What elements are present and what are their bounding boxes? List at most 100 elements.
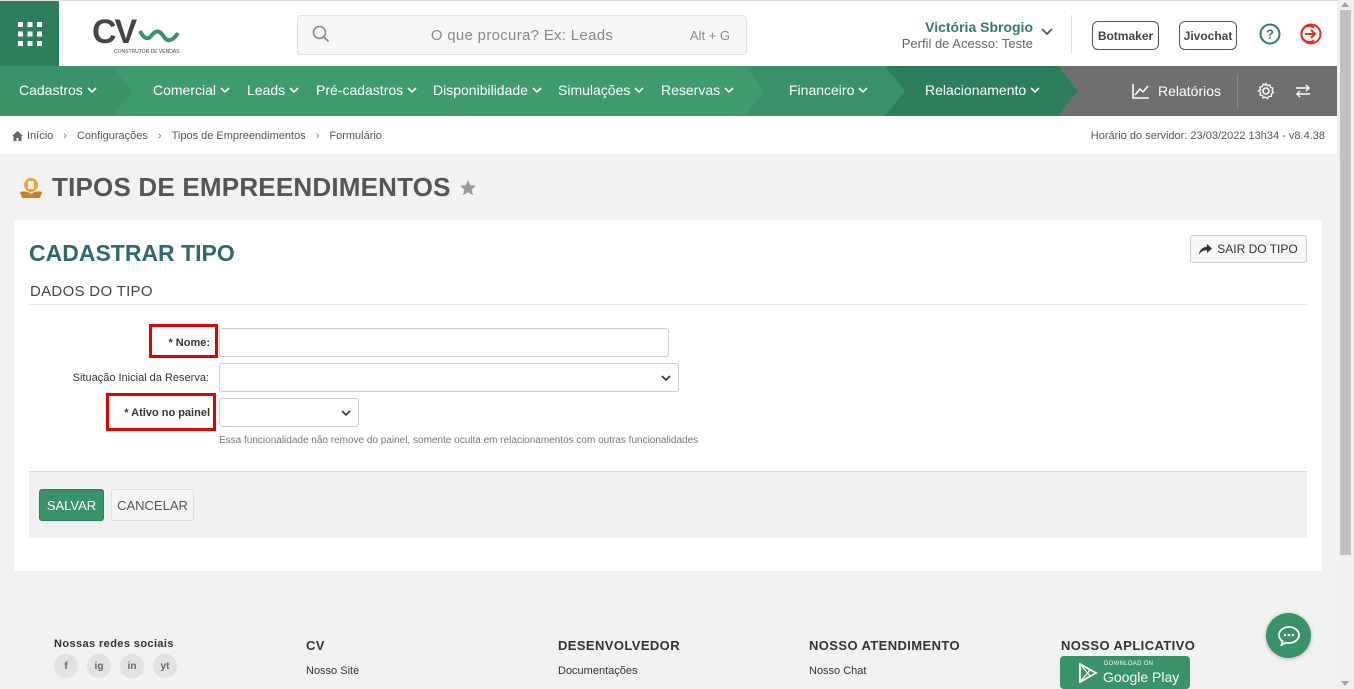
chevron-down-icon [87,87,97,94]
chart-line-icon [1132,84,1149,99]
nav-label: Leads [247,82,286,98]
exit-type-label: SAIR DO TIPO [1217,242,1298,256]
section-title: DADOS DO TIPO [30,283,153,300]
swap-icon[interactable] [1295,83,1311,99]
chevron-down-icon [661,374,671,381]
chat-bubble-icon [1277,625,1300,646]
nav-label: Pré-cadastros [316,82,404,98]
server-time: Horário do servidor: 23/03/2022 13h34 - … [1090,130,1325,142]
nav-comercial[interactable]: Comercial [153,82,230,98]
user-menu[interactable]: Victória Sbrogio Perfil de Acesso: Teste [880,19,1033,51]
footer-col-support: NOSSO ATENDIMENTO [809,638,961,653]
footer-col-app: NOSSO APLICATIVO [1061,638,1196,653]
page-title: TIPOS DE EMPREENDIMENTOS [52,172,451,202]
facebook-icon[interactable]: f [54,654,78,678]
grid-icon [17,22,42,46]
breadcrumb-item-tipos[interactable]: Tipos de Empreendimentos [172,130,306,142]
instagram-icon[interactable]: ig [87,654,111,678]
chat-button[interactable] [1266,613,1311,658]
divider [1237,74,1238,108]
nav-label: Relacionamento [925,82,1027,98]
nav-label: Reservas [661,82,721,98]
footer-col-dev: DESENVOLVEDOR [558,638,680,653]
footer-link-site[interactable]: Nosso Site [306,665,359,677]
search-shortcut: Alt + G [689,28,730,43]
search-placeholder: O que procura? Ex: Leads [430,27,614,44]
exit-type-button[interactable]: SAIR DO TIPO [1190,235,1307,263]
search-bar[interactable]: O que procura? Ex: Leads Alt + G [297,15,747,55]
top-header: CV CONSTRUTOR DE VENDAS O que procura? E… [0,0,1337,67]
cv-logo[interactable]: CV CONSTRUTOR DE VENDAS [90,13,190,57]
scrollbar-thumb[interactable] [1340,10,1351,555]
chevron-down-icon [407,87,417,94]
save-button[interactable]: SALVAR [39,489,104,521]
star-icon[interactable] [459,179,477,197]
breadcrumb-item-formulario: Formulário [329,130,382,142]
nav-label: Simulações [558,82,631,98]
linkedin-icon[interactable]: in [120,654,144,678]
gplay-big-text: Google Play [1103,669,1180,685]
footer: Nossas redes sociais f ig in yt CV Nosso… [0,600,1337,689]
jivochat-button[interactable]: Jivochat [1179,21,1237,50]
scroll-down-icon[interactable] [1341,681,1349,686]
situacao-label: Situação Inicial da Reserva: [72,372,209,384]
help-icon[interactable]: ? [1259,23,1281,45]
nav-relatorios[interactable]: Relatórios [1132,82,1221,99]
chevron-down-icon [724,87,734,94]
nav-label: Comercial [153,82,217,98]
ativo-select[interactable] [219,398,359,427]
gplay-small-text: DOWNLOAD ON [1104,661,1154,667]
gear-icon[interactable] [1257,82,1275,100]
chevron-down-icon [532,87,542,94]
card-title: CADASTRAR TIPO [29,240,235,266]
nav-relacionamento[interactable]: Relacionamento [925,82,1040,98]
nav-pre-cadastros[interactable]: Pré-cadastros [316,82,417,98]
chevron-right-icon: › [63,130,67,142]
app: CV CONSTRUTOR DE VENDAS O que procura? E… [0,0,1354,689]
page-scrollbar[interactable] [1337,0,1354,689]
breadcrumb-item-configuracoes[interactable]: Configurações [77,130,148,142]
ativo-label: * Ativo no painel [124,407,210,419]
nav-financeiro[interactable]: Financeiro [789,82,868,98]
scroll-up-icon[interactable] [1341,2,1349,7]
botmaker-button[interactable]: Botmaker [1092,21,1159,50]
play-store-icon [1079,663,1098,683]
footer-social-title: Nossas redes sociais [54,638,174,650]
footer-link-chat[interactable]: Nosso Chat [809,665,866,677]
nav-reservas[interactable]: Reservas [661,82,734,98]
chevron-down-icon [341,409,351,416]
nome-input[interactable] [219,328,669,357]
form-actions: SALVAR CANCELAR [29,471,1307,538]
chevron-right-icon: › [157,130,162,142]
user-name: Victória Sbrogio [925,19,1033,35]
apps-menu-button[interactable] [0,1,59,67]
situacao-select[interactable] [219,363,679,392]
home-icon [12,131,23,141]
cancel-button[interactable]: CANCELAR [111,489,194,521]
breadcrumb-bar: Início › Configurações › Tipos de Empree… [0,116,1337,154]
chevron-down-icon [634,87,644,94]
nav-leads[interactable]: Leads [247,82,299,98]
building-hand-icon [20,177,42,198]
nav-label: Disponibilidade [433,82,528,98]
nav-label: Financeiro [789,82,855,98]
svg-text:?: ? [1266,27,1274,42]
page-header: TIPOS DE EMPREENDIMENTOS [18,172,477,203]
main-nav: Cadastros Comercial Leads Pré-cadastros … [0,66,1337,116]
nav-disponibilidade[interactable]: Disponibilidade [433,82,542,98]
divider [1071,15,1072,53]
chevron-down-icon[interactable] [1041,28,1053,36]
google-play-badge[interactable]: DOWNLOAD ON Google Play [1060,656,1190,689]
breadcrumb: Início › Configurações › Tipos de Empree… [12,130,382,142]
chevron-down-icon [858,87,868,94]
user-profile: Perfil de Acesso: Teste [901,36,1033,51]
breadcrumb-item-inicio[interactable]: Início [27,130,53,142]
youtube-icon[interactable]: yt [153,654,177,678]
logo-tagline: CONSTRUTOR DE VENDAS [114,49,180,55]
nav-simulacoes[interactable]: Simulações [558,82,644,98]
footer-link-docs[interactable]: Documentações [558,665,638,677]
ativo-help-text: Essa funcionalidade não remove do painel… [219,435,699,446]
nav-label: Cadastros [19,82,83,98]
nav-cadastros[interactable]: Cadastros [19,82,97,98]
logout-icon[interactable] [1300,23,1322,45]
